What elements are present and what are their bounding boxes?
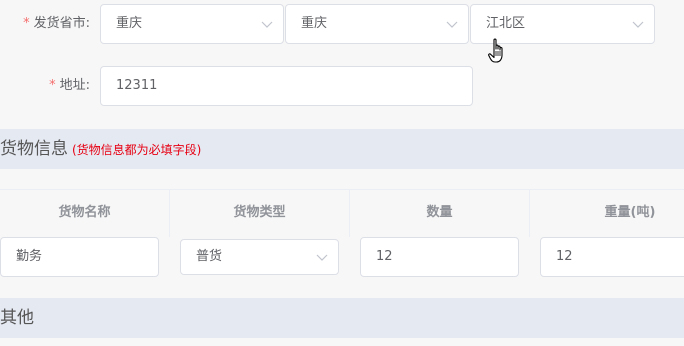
address-value: 12311 — [116, 78, 158, 93]
district-value: 江北区 — [486, 16, 526, 31]
province-value: 重庆 — [116, 16, 143, 31]
goods-type-value: 普货 — [196, 249, 223, 264]
other-section-title: 其他 — [0, 308, 34, 328]
quantity-input[interactable]: 12 — [360, 237, 519, 277]
shipping-location-label: * 发货省市: — [16, 14, 90, 34]
address-label: * 地址: — [16, 76, 90, 96]
goods-section-note: (货物信息都为必填字段) — [72, 143, 202, 157]
address-label-text: 地址: — [59, 78, 90, 93]
required-asterisk: * — [23, 16, 30, 31]
required-asterisk: * — [49, 78, 56, 93]
column-header-type: 货物类型 — [170, 189, 350, 237]
weight-input[interactable]: 12 — [540, 237, 684, 277]
chevron-down-icon — [632, 18, 644, 30]
column-header-name: 货物名称 — [0, 189, 170, 237]
chevron-down-icon — [316, 251, 328, 263]
column-header-weight: 重量(吨) — [604, 205, 656, 220]
city-select[interactable]: 重庆 — [285, 4, 469, 44]
other-section-header: 其他 — [0, 298, 684, 338]
quantity-value: 12 — [376, 249, 393, 264]
goods-name-input[interactable]: 勤务 — [0, 237, 159, 277]
chevron-down-icon — [446, 18, 458, 30]
chevron-down-icon — [261, 18, 273, 30]
goods-name-value: 勤务 — [16, 249, 43, 264]
goods-section-title: 货物信息 — [0, 139, 68, 159]
goods-type-select[interactable]: 普货 — [180, 239, 339, 275]
address-input[interactable]: 12311 — [100, 66, 473, 106]
hand-pointer-icon — [488, 38, 508, 64]
shipping-label-text: 发货省市: — [33, 16, 90, 31]
weight-value: 12 — [556, 249, 573, 264]
goods-section-header: 货物信息 (货物信息都为必填字段) — [0, 129, 684, 169]
city-value: 重庆 — [301, 16, 328, 31]
province-select[interactable]: 重庆 — [100, 4, 284, 44]
column-header-quantity: 数量 — [350, 189, 530, 237]
